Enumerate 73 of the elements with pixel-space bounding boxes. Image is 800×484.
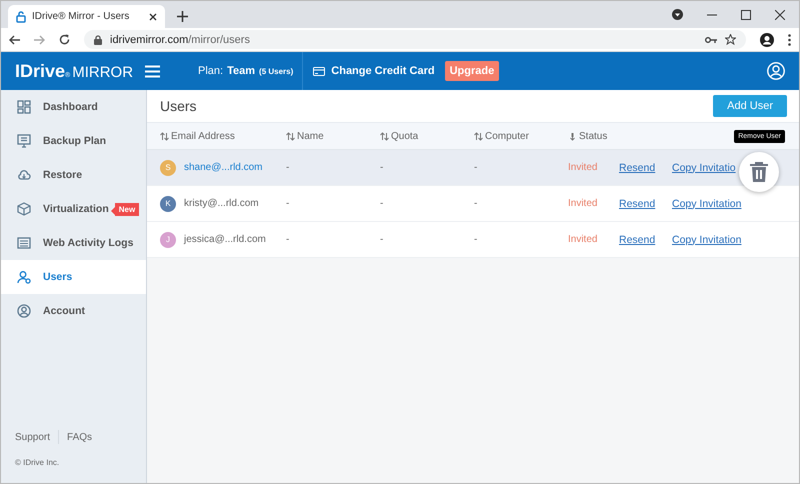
table-cell-text: - — [380, 198, 384, 209]
add-user-button[interactable]: Add User — [713, 95, 787, 117]
key-icon[interactable] — [705, 36, 717, 44]
copyright-text: © IDrive Inc. — [15, 458, 60, 467]
resend-link[interactable]: Resend — [619, 198, 656, 210]
maximize-icon[interactable] — [741, 10, 751, 20]
url-text: idrivemirror.com/mirror/users — [110, 34, 250, 46]
profile-icon[interactable] — [760, 32, 774, 46]
sidebar-item[interactable]: Users — [1, 260, 146, 294]
table-cell-text: - — [286, 162, 290, 173]
copy-invitation-link[interactable]: Copy Invitatio — [672, 162, 736, 174]
sort-icon — [474, 132, 483, 140]
grid-icon — [17, 100, 31, 114]
reload-icon[interactable] — [59, 34, 70, 45]
new-tab-icon[interactable] — [177, 11, 188, 22]
resend-link[interactable]: Resend — [619, 234, 656, 246]
credit-card-icon — [313, 66, 326, 76]
copy-invitation-link[interactable]: Copy Invitation — [672, 198, 742, 210]
column-header[interactable]: Status — [568, 130, 619, 142]
sidebar-item[interactable]: Dashboard — [1, 90, 146, 124]
column-header[interactable]: Computer — [474, 130, 568, 142]
column-header[interactable]: Email Address — [160, 130, 286, 142]
avatar: S — [160, 160, 176, 176]
change-credit-card-link[interactable]: Change Credit Card — [313, 65, 435, 77]
sidebar-item[interactable]: Web Activity Logs — [1, 226, 146, 260]
back-icon[interactable] — [9, 34, 20, 44]
star-icon[interactable] — [725, 34, 736, 45]
resend-link[interactable]: Resend — [619, 162, 656, 174]
sort-icon — [286, 132, 295, 140]
monitor-icon — [17, 134, 31, 148]
account-icon — [17, 304, 31, 318]
sort-down-icon — [568, 132, 577, 140]
email-text: shane@...rld.com — [184, 162, 263, 173]
table-cell-text: - — [286, 198, 290, 209]
email-text: jessica@...rld.com — [184, 234, 266, 245]
table-cell-text: - — [474, 234, 478, 245]
close-icon[interactable] — [149, 12, 157, 20]
footer-link[interactable]: Support — [15, 432, 50, 442]
status-text: Invited — [568, 198, 598, 209]
status-text: Invited — [568, 162, 598, 173]
list-icon — [17, 236, 31, 250]
copy-invitation-link[interactable]: Copy Invitation — [672, 234, 742, 246]
cloud-icon — [17, 168, 31, 182]
table-cell-text: - — [380, 162, 384, 173]
status-text: Invited — [568, 234, 598, 245]
trash-icon — [750, 162, 768, 182]
avatar: K — [160, 196, 176, 212]
account-icon[interactable] — [767, 62, 785, 80]
table-cell-text: - — [380, 234, 384, 245]
footer-link[interactable]: FAQs — [67, 432, 92, 442]
avatar: J — [160, 232, 176, 248]
sort-icon — [160, 132, 169, 140]
table-cell-text: - — [474, 198, 478, 209]
cube-icon — [17, 202, 31, 216]
menu-icon[interactable] — [145, 64, 160, 78]
lock-icon — [94, 34, 102, 44]
email-text: kristy@...rld.com — [184, 198, 259, 209]
sidebar-item[interactable]: Restore — [1, 158, 146, 192]
browser-tab[interactable]: IDrive® Mirror - Users — [8, 5, 165, 28]
close-icon[interactable] — [775, 10, 785, 20]
sidebar-item[interactable]: Virtualization New — [1, 192, 146, 226]
column-header[interactable]: Quota — [380, 130, 474, 142]
sidebar-item[interactable]: Backup Plan — [1, 124, 146, 158]
more-icon[interactable] — [788, 34, 791, 46]
column-header[interactable]: Name — [286, 130, 380, 142]
page-title: Users — [160, 98, 197, 114]
table-cell-text: - — [474, 162, 478, 173]
sidebar-item[interactable]: Account — [1, 294, 146, 328]
dropdown-icon[interactable] — [672, 9, 683, 20]
lock-logo-icon — [16, 10, 26, 23]
sort-icon — [380, 132, 389, 140]
address-bar[interactable]: idrivemirror.com/mirror/users — [84, 30, 746, 49]
table-cell-text: - — [286, 234, 290, 245]
